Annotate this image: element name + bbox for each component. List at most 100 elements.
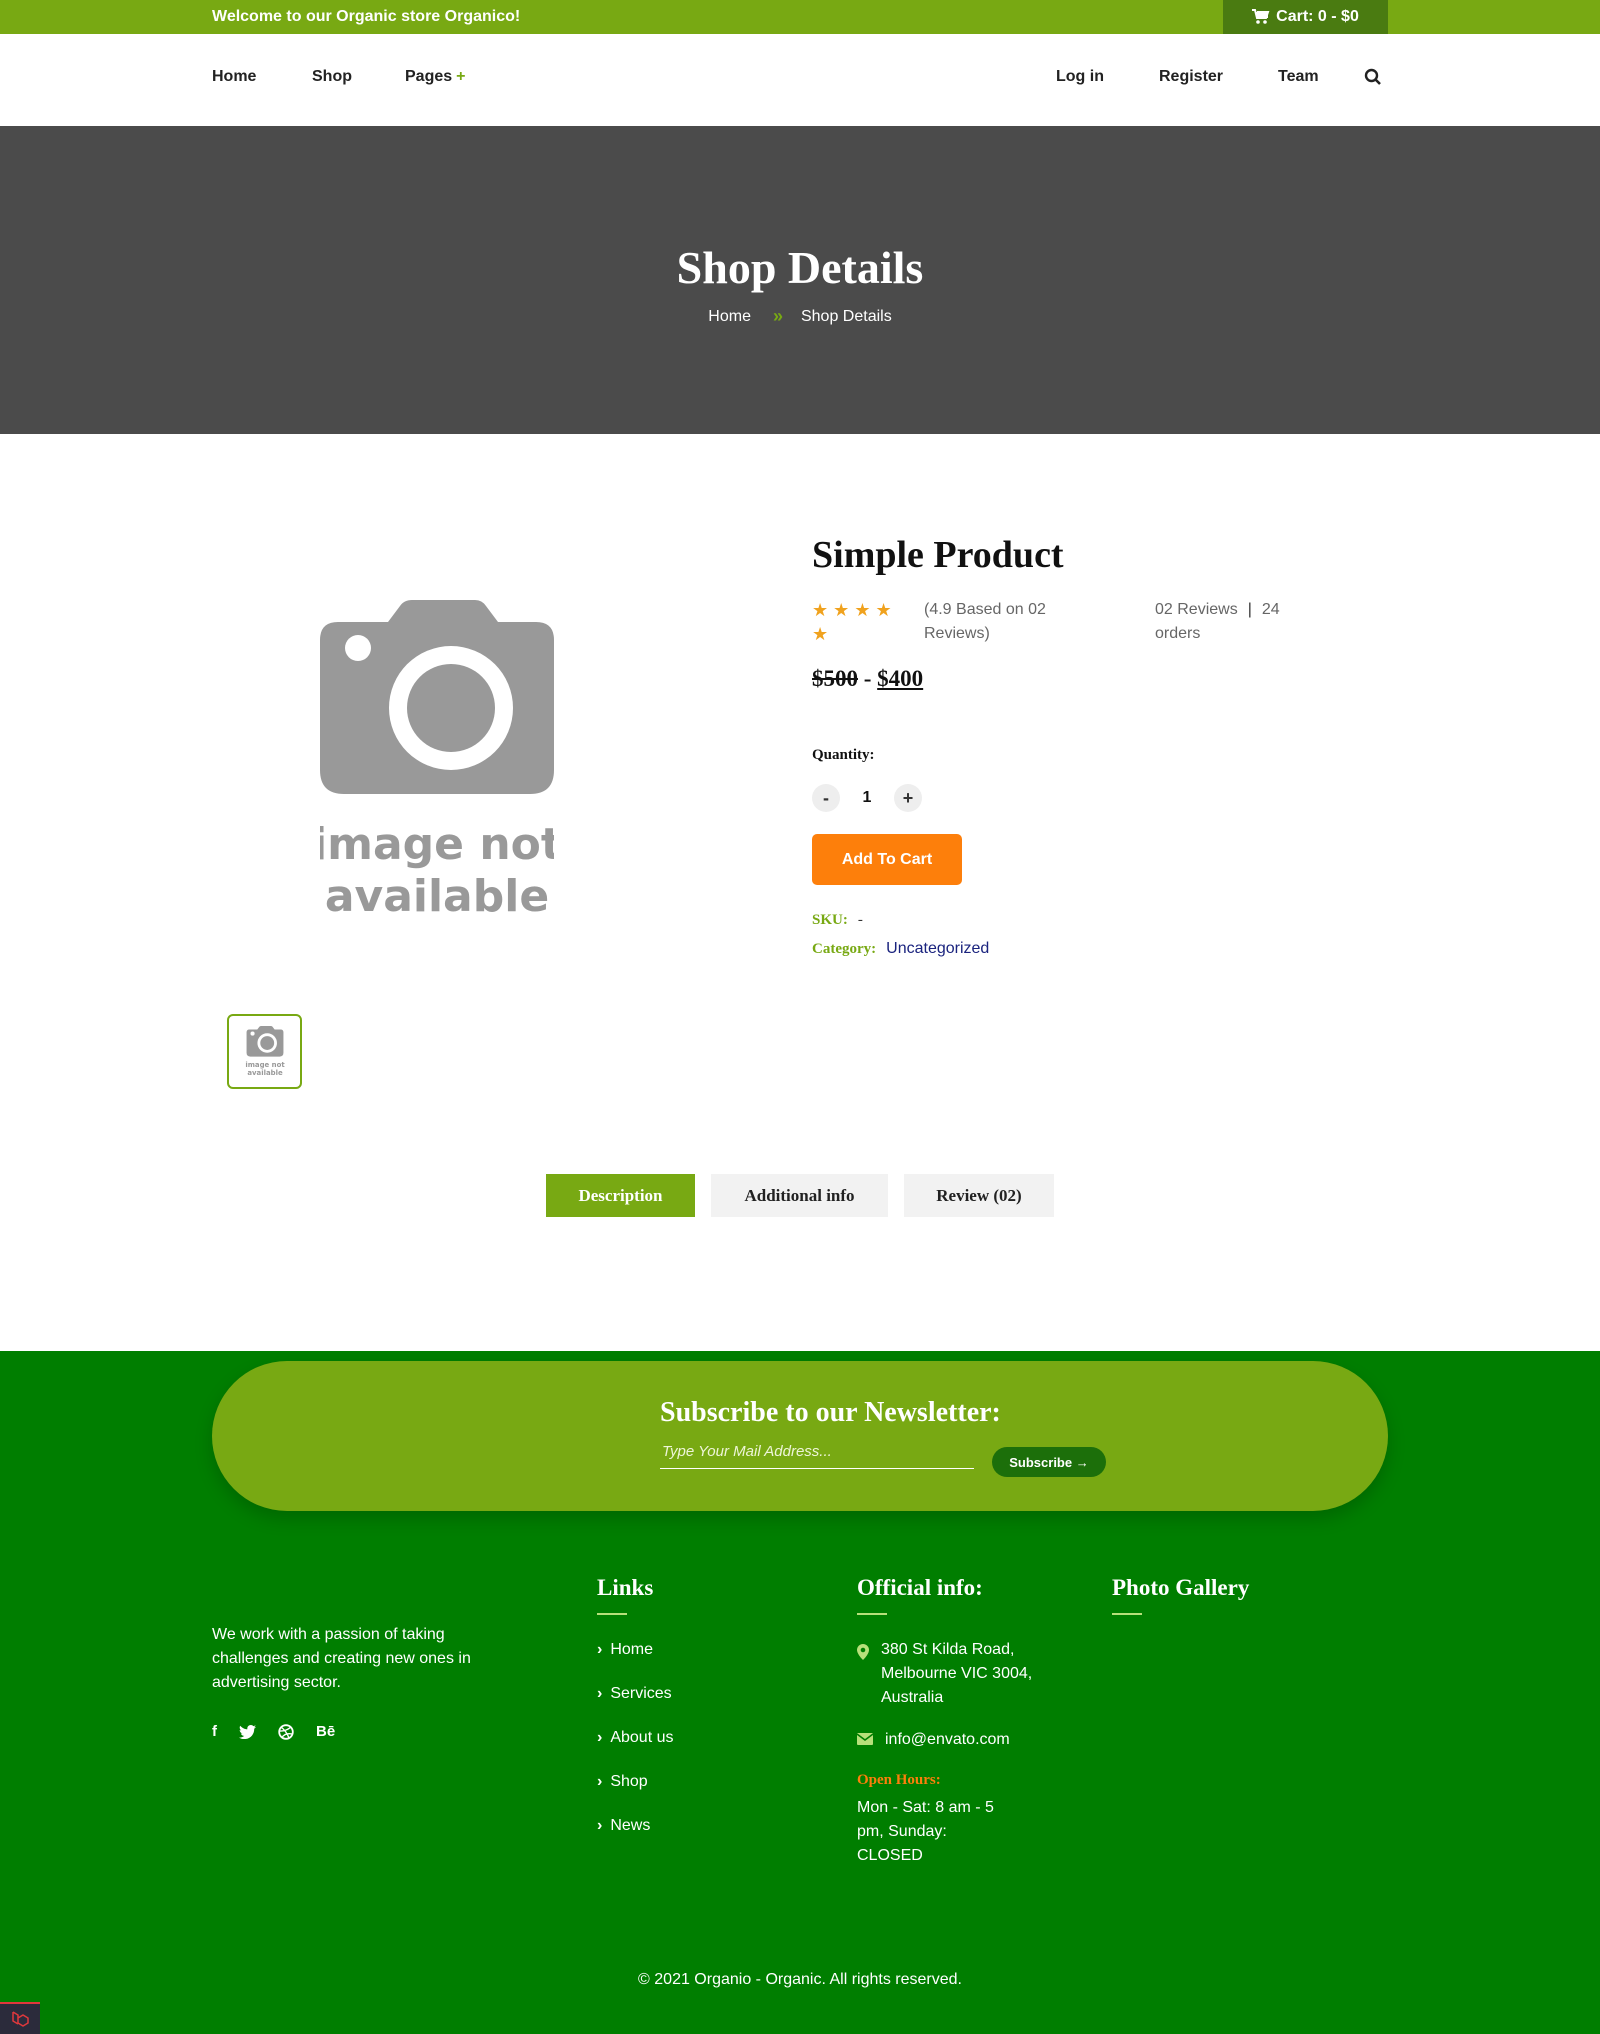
price-separator: - [863, 666, 872, 691]
facebook-icon[interactable]: f [212, 1723, 217, 1740]
copyright: © 2021 Organio - Organic. All rights res… [638, 1971, 962, 1988]
footer-link-label: News [610, 1817, 651, 1834]
star-icon: ★ [812, 600, 829, 620]
social-links: f Bē [212, 1723, 335, 1740]
quantity-label: Quantity: [812, 747, 875, 763]
footer-link-services[interactable]: › Services [597, 1685, 673, 1729]
nav-pages[interactable]: Pages + [405, 68, 465, 86]
map-pin-icon [857, 1644, 869, 1660]
qty-minus-button[interactable]: - [812, 784, 840, 812]
sku-value: - [857, 912, 863, 928]
photo-gallery-heading: Photo Gallery [1112, 1575, 1250, 1615]
newsletter-box: Subscribe to our Newsletter: Type Your M… [212, 1361, 1388, 1511]
footer-link-home[interactable]: › Home [597, 1641, 673, 1685]
envelope-icon [857, 1733, 873, 1745]
qty-value[interactable]: 1 [862, 789, 872, 807]
cart-icon [1252, 9, 1270, 24]
reviews-link[interactable]: 02 Reviews [1155, 601, 1238, 618]
cart-label: Cart: 0 - $0 [1276, 8, 1359, 25]
chevron-right-icon: › [597, 1729, 603, 1746]
behance-icon[interactable]: Bē [316, 1723, 335, 1740]
footer-link-news[interactable]: › News [597, 1817, 673, 1861]
category-label: Category: [812, 941, 877, 957]
arrow-right-icon: → [1075, 1454, 1089, 1470]
category-row: Category: Uncategorized [812, 940, 989, 958]
breadcrumb-current: Shop Details [800, 307, 892, 325]
footer-link-label: About us [610, 1729, 674, 1746]
sku-row: SKU: - [812, 912, 863, 929]
double-chevron-icon: » [772, 306, 783, 326]
footer-address: 380 St Kilda Road, Melbourne VIC 3004, A… [881, 1641, 1033, 1706]
nav-register[interactable]: Register [1159, 68, 1223, 86]
nav-login[interactable]: Log in [1056, 68, 1104, 86]
footer-link-label: Home [610, 1641, 654, 1658]
rating-text: (4.9 Based on 02 Reviews) [924, 601, 1046, 642]
newsletter-title: Subscribe to our Newsletter: [660, 1397, 1001, 1428]
newsletter-email-input[interactable]: Type Your Mail Address... [660, 1443, 974, 1469]
laravel-logo-icon [12, 2011, 29, 2027]
chevron-right-icon: › [597, 1641, 603, 1658]
tab-additional-info[interactable]: Additional info [711, 1174, 888, 1217]
star-icon: ★ [833, 600, 850, 620]
add-to-cart-button[interactable]: Add To Cart [812, 834, 962, 885]
product-title: Simple Product [812, 534, 1064, 576]
footer-link-about[interactable]: › About us [597, 1729, 673, 1773]
image-text-line2: available [325, 871, 549, 922]
footer-email[interactable]: info@envato.com [885, 1728, 1010, 1752]
footer-link-label: Services [610, 1685, 672, 1702]
camera-icon [320, 600, 554, 794]
footer-link-shop[interactable]: › Shop [597, 1773, 673, 1817]
top-bar: Welcome to our Organic store Organico! C… [0, 0, 1600, 34]
star-icon: ★ [875, 600, 892, 620]
page-banner: Shop Details Home » Shop Details [0, 126, 1600, 434]
dribbble-icon[interactable] [278, 1723, 294, 1740]
footer-links: › Home › Services › About us › Shop › News [597, 1641, 673, 1861]
chevron-right-icon: › [597, 1685, 603, 1702]
main-nav: Home Shop Pages + Log in Register Team [0, 34, 1600, 126]
footer-link-label: Shop [610, 1773, 648, 1790]
thumb-text-line1: image not [245, 1060, 285, 1068]
reviews-separator: | [1247, 601, 1252, 618]
category-link[interactable]: Uncategorized [886, 940, 989, 957]
twitter-icon[interactable] [239, 1724, 256, 1739]
search-icon[interactable] [1364, 68, 1382, 86]
tab-review[interactable]: Review (02) [904, 1174, 1054, 1217]
cart-button[interactable]: Cart: 0 - $0 [1223, 0, 1388, 34]
tab-description[interactable]: Description [546, 1174, 695, 1217]
nav-team[interactable]: Team [1278, 68, 1319, 86]
nav-pages-label: Pages [405, 68, 453, 85]
quantity-stepper: - 1 + [812, 784, 922, 812]
breadcrumb-home[interactable]: Home [708, 308, 751, 326]
page-title: Shop Details [676, 242, 924, 293]
footer: Subscribe to our Newsletter: Type Your M… [0, 1351, 1600, 2034]
image-text-line1: image not [320, 819, 554, 870]
footer-about-text: We work with a passion of taking challen… [212, 1626, 471, 1691]
open-hours-label: Open Hours: [857, 1772, 941, 1788]
product-thumbnail[interactable]: image not available [227, 1014, 302, 1089]
chevron-right-icon: › [597, 1773, 603, 1790]
product-image: image not available [320, 600, 554, 922]
official-info-heading: Official info: [857, 1575, 983, 1615]
links-heading: Links [597, 1575, 654, 1615]
subscribe-label: Subscribe [1009, 1454, 1073, 1470]
price-new: $400 [877, 666, 924, 691]
rating-stars: ★ ★ ★ ★ ★ [812, 598, 902, 646]
thumbnail-camera-icon: image not available [245, 1025, 285, 1077]
chevron-right-icon: › [597, 1817, 603, 1834]
star-icon: ★ [812, 624, 829, 644]
price: $500 - $400 [812, 666, 923, 692]
welcome-text: Welcome to our Organic store Organico! [212, 8, 521, 25]
debugbar-icon[interactable] [0, 2002, 40, 2034]
sku-label: SKU: [812, 912, 848, 928]
open-hours-text: Mon - Sat: 8 am - 5 pm, Sunday: CLOSED [857, 1799, 994, 1864]
breadcrumb: Home » Shop Details [0, 306, 1600, 327]
qty-plus-button[interactable]: + [894, 784, 922, 812]
reviews-orders: 02 Reviews | 24 orders [1155, 598, 1305, 646]
nav-shop[interactable]: Shop [312, 68, 352, 86]
star-icon: ★ [854, 600, 871, 620]
plus-icon: + [456, 68, 466, 85]
thumb-text-line2: available [247, 1069, 283, 1077]
price-old: $500 [812, 666, 858, 691]
nav-home[interactable]: Home [212, 68, 256, 86]
subscribe-button[interactable]: Subscribe → [992, 1447, 1106, 1477]
